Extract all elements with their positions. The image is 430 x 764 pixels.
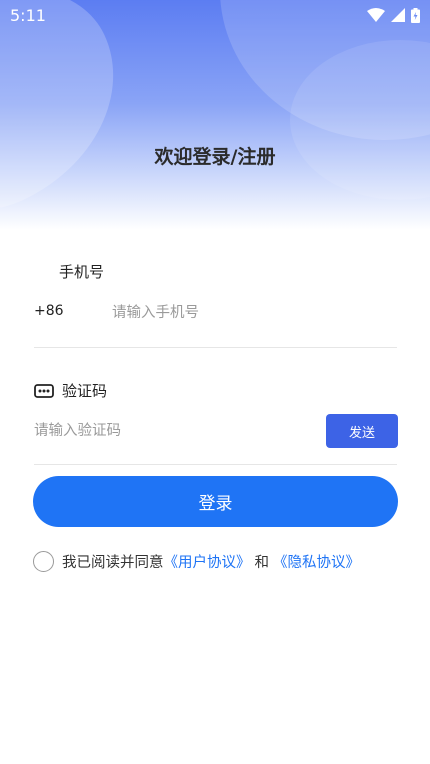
- user-agreement-link[interactable]: 《用户协议》: [164, 551, 251, 572]
- agreement-text: 我已阅读并同意: [62, 554, 164, 571]
- header-background: [0, 0, 430, 230]
- login-button[interactable]: 登录: [33, 476, 398, 527]
- battery-icon: [411, 7, 420, 23]
- privacy-policy-link[interactable]: 《隐私协议》: [273, 551, 360, 572]
- code-label-text: 验证码: [62, 382, 108, 400]
- code-input[interactable]: [34, 418, 314, 444]
- send-code-button[interactable]: 发送: [326, 414, 398, 448]
- phone-label: 手机号: [59, 261, 104, 282]
- agreement-checkbox[interactable]: [33, 550, 54, 572]
- phone-label-text: 手机号: [59, 263, 105, 281]
- agreement-conjunction: 和: [254, 554, 270, 571]
- status-time: 5:11: [10, 5, 46, 25]
- page-title: 欢迎登录/注册: [154, 146, 276, 168]
- country-code[interactable]: +86: [34, 303, 64, 319]
- signal-icon: [391, 8, 405, 22]
- status-bar: 5:11: [0, 0, 430, 30]
- code-label: 验证码: [34, 380, 107, 401]
- agreement-row: 我已阅读并同意 《用户协议》 和 《隐私协议》: [33, 550, 360, 572]
- wifi-icon: [367, 8, 385, 22]
- dots-icon: [34, 383, 54, 398]
- phone-input[interactable]: [112, 300, 392, 326]
- phone-divider: [34, 347, 397, 348]
- code-divider: [34, 464, 397, 465]
